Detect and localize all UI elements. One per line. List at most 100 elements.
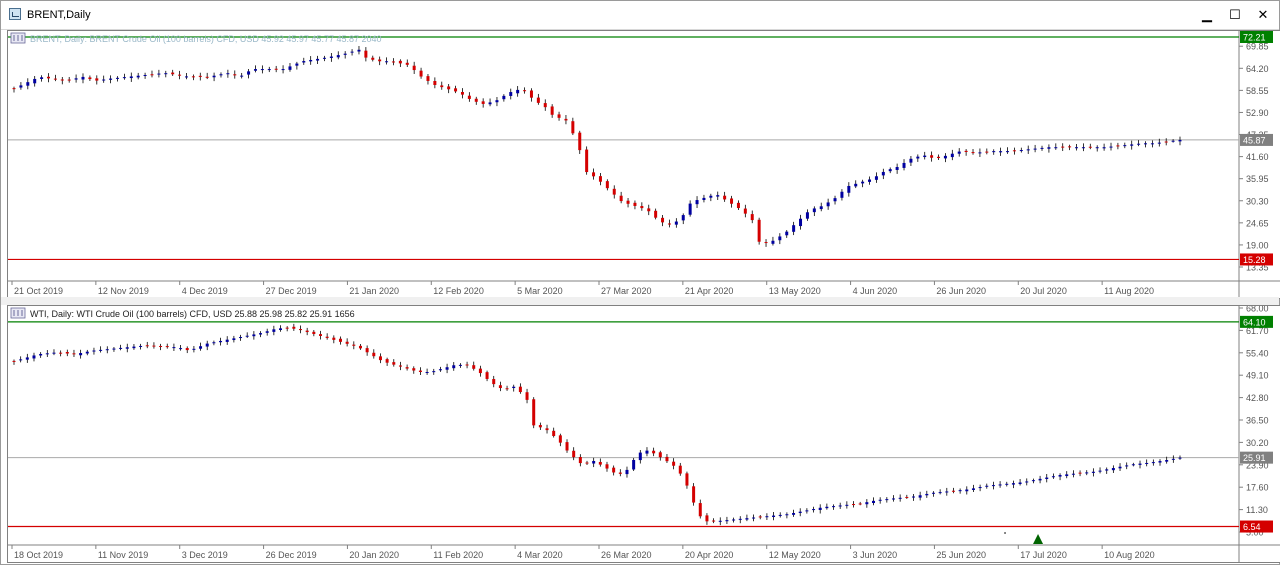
window-title: BRENT,Daily [27, 9, 91, 21]
candle-body [219, 340, 223, 343]
candle-body [433, 81, 437, 85]
candle-body [171, 72, 175, 75]
candle-body [132, 346, 136, 349]
candle-body [418, 370, 422, 372]
candle-body [865, 502, 869, 505]
title-bar[interactable]: BRENT,Daily ▁ ☐ ✕ [1, 1, 1279, 30]
candle-body [122, 77, 126, 79]
candle-body [674, 221, 678, 225]
candle-body [805, 212, 809, 219]
candle-body [965, 489, 969, 492]
candle-body [1061, 146, 1065, 148]
x-tick-label: 4 Mar 2020 [517, 550, 563, 560]
candle-body [509, 92, 513, 96]
candle-body [19, 85, 23, 88]
y-tick-label: 68.00 [1246, 306, 1269, 314]
candle-body [447, 86, 451, 90]
candle-body [585, 149, 589, 173]
candle-body [1012, 150, 1016, 152]
candle-body [645, 450, 649, 454]
low-level-tag: 15.28 [1243, 255, 1266, 265]
wti-chart-panel[interactable]: 68.00 61.70 55.40 49.10 42.80 36.50 30.20 23.90… [7, 305, 1280, 563]
candle-body [145, 345, 149, 347]
close-button[interactable]: ✕ [1250, 4, 1276, 26]
candle-body [112, 348, 116, 350]
candle-body [605, 464, 609, 469]
candle-body [472, 365, 476, 369]
candle-body [1145, 462, 1149, 464]
candle-body [911, 496, 915, 498]
candle-body [1045, 477, 1049, 480]
candle-body [902, 162, 906, 168]
candle-body [1125, 465, 1129, 467]
y-tick-label: 41.60 [1246, 152, 1269, 162]
candle-body [950, 153, 954, 158]
y-tick-label: 52.90 [1246, 108, 1269, 118]
candle-body [440, 85, 444, 88]
candle-body [452, 365, 456, 369]
y-tick-label: 30.30 [1246, 196, 1269, 206]
candle-body [558, 435, 562, 443]
candle-body [460, 92, 464, 95]
candle-body [259, 333, 263, 335]
candle-body [543, 103, 547, 108]
candle-body [179, 348, 183, 350]
candle-body [465, 364, 469, 366]
brent-chart[interactable]: 69.8564.2058.5552.9047.2541.6035.9530.30… [8, 31, 1280, 298]
candle-body [688, 203, 692, 215]
candle-body [1091, 471, 1095, 473]
candle-body [647, 208, 651, 212]
event-marker-icon [1033, 534, 1044, 544]
candle-body [1081, 147, 1085, 149]
candle-body [798, 511, 802, 513]
high-level-tag: 64.10 [1243, 317, 1266, 327]
candle-body [279, 328, 283, 331]
candle-body [1065, 474, 1069, 477]
candle-body [505, 388, 509, 390]
brent-chart-panel[interactable]: 69.8564.2058.5552.9047.2541.6035.9530.30… [7, 30, 1280, 299]
candle-body [881, 171, 885, 176]
candle-body [1095, 147, 1099, 149]
panel-divider[interactable] [1, 297, 1279, 305]
y-tick-label: 11.30 [1246, 505, 1268, 515]
candle-body [1006, 151, 1010, 153]
x-tick-label: 20 Jul 2020 [1020, 286, 1067, 296]
candle-body [172, 347, 176, 349]
candle-body [1165, 460, 1169, 462]
candle-body [1011, 483, 1015, 485]
candle-body [1031, 480, 1035, 482]
candle-body [99, 349, 103, 351]
y-tick-label: 36.50 [1246, 416, 1269, 426]
minimize-button[interactable]: ▁ [1194, 4, 1220, 26]
candle-body [516, 89, 520, 94]
candle-body [632, 459, 636, 470]
candle-body [1157, 142, 1161, 144]
chart-window: BRENT,Daily ▁ ☐ ✕ 69.8564.2058.5552.9047… [0, 0, 1280, 565]
candle-body [185, 348, 189, 351]
candle-body [1085, 472, 1089, 474]
candle-body [1178, 457, 1182, 459]
candle-body [1071, 473, 1075, 475]
maximize-button[interactable]: ☐ [1222, 4, 1248, 26]
candle-body [861, 181, 865, 184]
candle-body [295, 63, 299, 66]
candle-body [612, 188, 616, 195]
candle-body [705, 515, 709, 522]
candle-body [951, 490, 955, 492]
candle-body [633, 202, 637, 206]
candle-body [88, 77, 92, 80]
candle-body [52, 352, 56, 354]
candle-body [712, 520, 716, 522]
x-tick-label: 4 Dec 2019 [182, 286, 228, 296]
candle-body [364, 50, 368, 58]
candle-body [945, 491, 949, 493]
candle-body [212, 342, 216, 344]
wti-chart[interactable]: 68.0061.7055.4049.1042.8036.5030.2023.90… [8, 306, 1280, 562]
candle-body [12, 88, 16, 90]
candle-body [745, 518, 749, 520]
candle-body [205, 76, 209, 78]
candle-body [1054, 147, 1058, 149]
candle-body [743, 208, 747, 214]
candle-body [292, 326, 296, 329]
chart-window-icon [9, 8, 21, 20]
